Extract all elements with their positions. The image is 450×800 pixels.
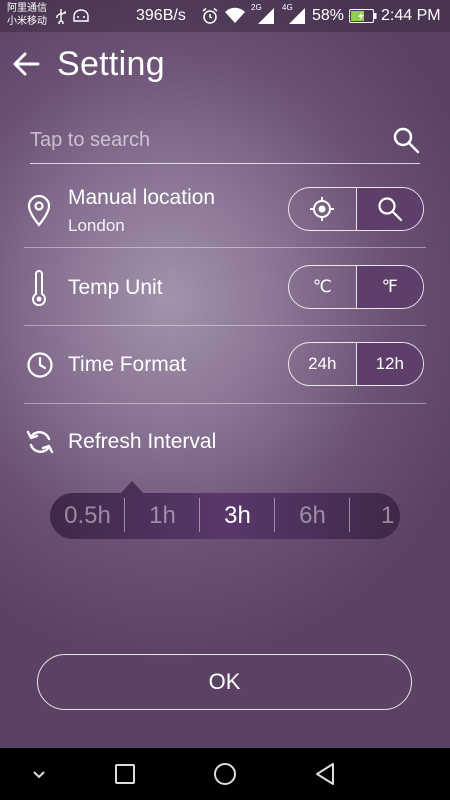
refresh-interval-slider[interactable]: 0.5h 1h 3h 6h 1 bbox=[50, 493, 400, 539]
24h-option[interactable]: 24h bbox=[289, 343, 356, 385]
locate-button[interactable] bbox=[289, 188, 356, 230]
interval-option[interactable]: 1 bbox=[350, 502, 400, 530]
refresh-interval-label: Refresh Interval bbox=[68, 430, 217, 453]
location-value: London bbox=[68, 216, 125, 235]
search-icon bbox=[378, 197, 402, 222]
clock-icon bbox=[27, 352, 53, 378]
header: Setting bbox=[0, 32, 450, 98]
android-icon bbox=[73, 9, 89, 22]
manual-search-button[interactable] bbox=[355, 188, 423, 230]
interval-option[interactable]: 1h bbox=[125, 498, 200, 532]
location-toggle bbox=[288, 187, 424, 231]
temp-unit-label: Temp Unit bbox=[68, 276, 163, 299]
thermometer-icon bbox=[32, 270, 46, 306]
12h-option[interactable]: 12h bbox=[355, 343, 423, 385]
battery-icon bbox=[349, 9, 377, 23]
celsius-option[interactable]: ℃ bbox=[289, 266, 356, 308]
alarm-icon bbox=[202, 7, 218, 24]
status-bar: 阿里通信 小米移动 396B/s 2G 4G 58% 2:44 PM bbox=[0, 0, 450, 32]
time-format-row: Time Format 24h 12h bbox=[24, 326, 426, 404]
back-icon[interactable] bbox=[311, 760, 339, 788]
search-icon[interactable] bbox=[392, 126, 420, 154]
signal-icon bbox=[258, 8, 274, 24]
time-format-toggle: 24h 12h bbox=[288, 342, 424, 386]
battery-percent: 58% bbox=[312, 7, 345, 24]
page-title: Setting bbox=[57, 45, 165, 83]
interval-option[interactable]: 0.5h bbox=[50, 498, 125, 532]
ok-button[interactable]: OK bbox=[37, 654, 412, 710]
temp-unit-row: Temp Unit ℃ ℉ bbox=[24, 248, 426, 326]
wifi-icon bbox=[225, 7, 245, 23]
location-label: Manual location bbox=[68, 186, 216, 209]
location-pin-icon bbox=[27, 195, 51, 227]
recent-apps-icon[interactable] bbox=[111, 760, 139, 788]
net-speed: 396B/s bbox=[136, 7, 186, 24]
back-arrow-icon[interactable] bbox=[12, 50, 40, 78]
interval-option-selected[interactable]: 3h bbox=[200, 498, 275, 532]
usb-icon bbox=[56, 9, 66, 24]
search-input[interactable] bbox=[30, 124, 370, 156]
home-icon[interactable] bbox=[211, 760, 239, 788]
carrier-line-2: 小米移动 bbox=[7, 16, 47, 27]
signal-icon-2 bbox=[289, 8, 305, 24]
collapse-icon[interactable] bbox=[25, 760, 53, 788]
navigation-bar bbox=[0, 748, 450, 800]
time-format-label: Time Format bbox=[68, 353, 187, 376]
carrier-label: 阿里通信 小米移动 bbox=[7, 2, 47, 28]
location-row: Manual location London bbox=[24, 170, 426, 248]
temp-unit-toggle: ℃ ℉ bbox=[288, 265, 424, 309]
interval-option[interactable]: 6h bbox=[275, 498, 350, 532]
refresh-interval-row: Refresh Interval bbox=[24, 420, 426, 464]
search-bar bbox=[30, 118, 420, 164]
crosshair-icon bbox=[310, 197, 335, 221]
carrier-line-1: 阿里通信 bbox=[7, 3, 47, 14]
fahrenheit-option[interactable]: ℉ bbox=[355, 266, 423, 308]
clock-time: 2:44 PM bbox=[381, 7, 441, 24]
refresh-icon bbox=[26, 430, 54, 454]
